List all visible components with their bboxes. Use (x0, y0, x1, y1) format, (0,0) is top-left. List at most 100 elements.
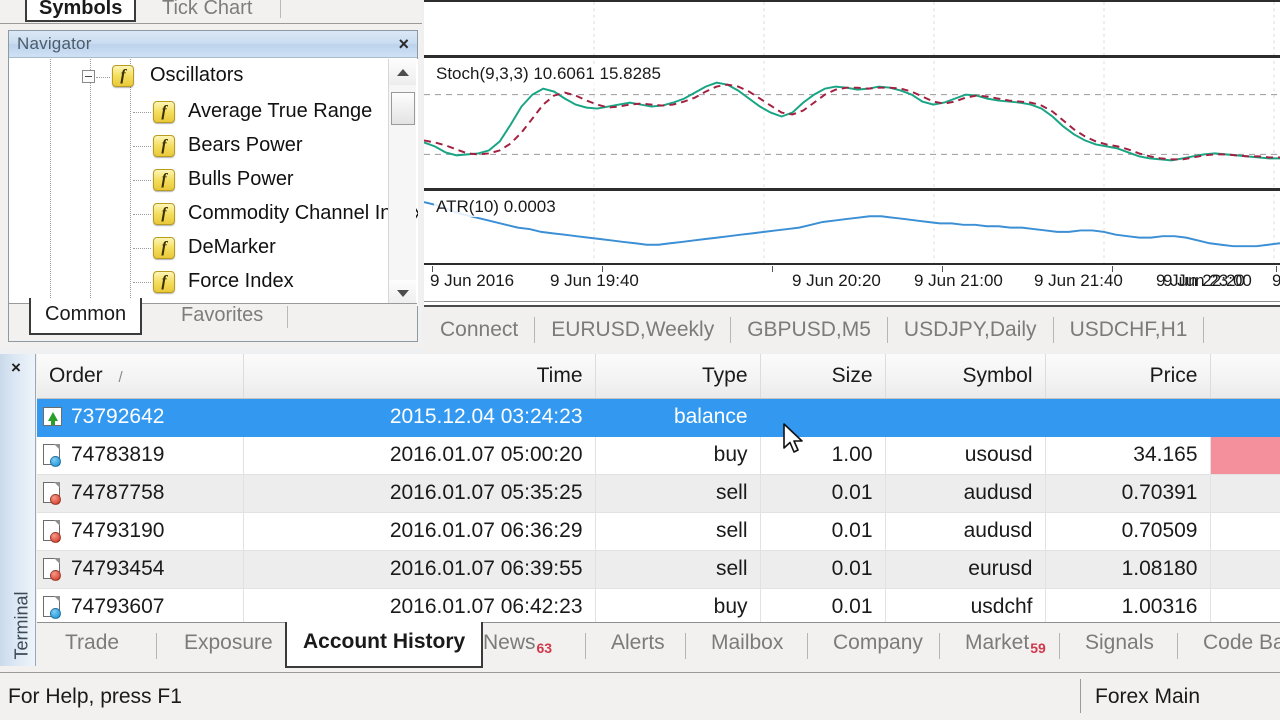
table-row[interactable]: 73792642 2015.12.04 03:24:23 balance (37, 398, 1280, 437)
navigator-window: Navigator × f Oscillators f Average True… (8, 30, 418, 342)
navigator-panel: Symbols Tick Chart Navigator × f Oscilla… (0, 0, 422, 348)
cell-price: 0.70509 (1045, 512, 1211, 551)
cell-type: sell (595, 512, 761, 551)
order-sell-icon (43, 558, 63, 581)
tab-market-label: Market (965, 631, 1030, 654)
column-header-order[interactable]: Order / (37, 354, 244, 399)
scrollbar-thumb[interactable] (391, 92, 415, 125)
divider (1177, 633, 1178, 659)
tab-news-label: News (483, 631, 536, 654)
divider (807, 633, 808, 659)
account-history-table: Order / Time Type Size Symbol Price 7379… (37, 354, 1280, 622)
tree-item-commodity-channel-index[interactable]: f Commodity Channel Index (10, 197, 418, 231)
divider (685, 633, 686, 659)
tab-tick-chart[interactable]: Tick Chart (150, 0, 264, 22)
tab-alerts[interactable]: Alerts (597, 631, 679, 655)
cell-order: 74793607 (37, 588, 244, 622)
tree-item-average-true-range[interactable]: f Average True Range (10, 95, 418, 129)
cell-order: 74783819 (37, 436, 244, 475)
cell-symbol (885, 398, 1046, 437)
table-row[interactable]: 74793190 2016.01.07 06:36:29 sell 0.01 a… (37, 512, 1280, 551)
tab-trade[interactable]: Trade (51, 631, 133, 655)
tab-company[interactable]: Company (819, 631, 937, 655)
profile-statusbar: Connect EURUSD,Weekly GBPUSD,M5 USDJPY,D… (424, 305, 1280, 353)
profile-usdchf-h1[interactable]: USDCHF,H1 (1054, 318, 1204, 342)
tree-item-bears-power[interactable]: f Bears Power (10, 129, 418, 163)
column-header-type[interactable]: Type (595, 354, 761, 399)
tree-item-demarker[interactable]: f DeMarker (10, 231, 418, 265)
tab-symbols[interactable]: Symbols (25, 0, 137, 22)
terminal-panel: × Terminal Order / Time Type Size Symbol… (0, 354, 1280, 720)
cell-type: balance (595, 398, 761, 437)
profile-eurusd-weekly[interactable]: EURUSD,Weekly (535, 318, 730, 342)
function-icon: f (153, 203, 175, 225)
tree-item-label: Bulls Power (188, 168, 294, 190)
chart-area[interactable]: Stoch(9,3,3) 10.6061 15.8285 ATR(10) 0.0… (424, 0, 1280, 305)
tab-common[interactable]: Common (29, 298, 143, 335)
cell-price: 1.00316 (1045, 588, 1211, 622)
chart-pane-stochastic[interactable]: Stoch(9,3,3) 10.6061 15.8285 (424, 61, 1280, 191)
scroll-up-button[interactable] (389, 59, 416, 85)
time-tick-label: 9 Jun 2016 (430, 271, 515, 290)
tab-trade-label: Trade (65, 631, 120, 654)
close-icon[interactable]: × (398, 33, 409, 55)
collapse-icon[interactable] (82, 70, 95, 83)
divider (156, 633, 157, 659)
tab-mailbox[interactable]: Mailbox (697, 631, 797, 655)
navigator-tabstrip: Common Favorites (9, 298, 417, 341)
time-tick-label: 9 Jun 21:40 (1034, 271, 1123, 290)
cell-symbol: eurusd (885, 550, 1046, 589)
cell-size: 0.01 (760, 512, 886, 551)
table-row[interactable]: 74783819 2016.01.07 05:00:20 buy 1.00 us… (37, 436, 1280, 475)
order-buy-icon (43, 596, 63, 619)
table-row[interactable]: 74793454 2016.01.07 06:39:55 sell 0.01 e… (37, 550, 1280, 589)
cell-time: 2016.01.07 05:35:25 (243, 474, 596, 513)
order-sell-icon (43, 482, 63, 505)
cell-size: 1.00 (760, 436, 886, 475)
tree-item-label: DeMarker (188, 236, 276, 258)
tab-mailbox-label: Mailbox (711, 631, 784, 654)
cell-time: 2016.01.07 06:42:23 (243, 588, 596, 622)
tab-company-label: Company (833, 631, 923, 654)
column-header-profit[interactable] (1210, 354, 1280, 399)
tab-signals[interactable]: Signals (1071, 631, 1168, 655)
navigator-titlebar: Navigator × (9, 31, 417, 58)
function-icon: f (112, 65, 134, 87)
account-history-table-container[interactable]: Order / Time Type Size Symbol Price 7379… (37, 354, 1280, 622)
mouse-cursor (783, 423, 803, 453)
column-header-size[interactable]: Size (760, 354, 886, 399)
tab-exposure[interactable]: Exposure (170, 631, 287, 655)
chart-pane-price[interactable] (424, 0, 1280, 58)
navigator-scrollbar[interactable] (388, 59, 416, 306)
tab-news[interactable]: News63 (469, 631, 566, 656)
tree-item-bulls-power[interactable]: f Bulls Power (10, 163, 418, 197)
time-tick-label: 9 Jun 19:40 (550, 271, 639, 290)
close-icon[interactable]: × (11, 358, 21, 378)
table-row[interactable]: 74787758 2016.01.07 05:35:25 sell 0.01 a… (37, 474, 1280, 513)
function-icon: f (153, 169, 175, 191)
metatrader-window: Symbols Tick Chart Navigator × f Oscilla… (0, 0, 1280, 720)
tree-item-force-index[interactable]: f Force Index (10, 265, 418, 299)
tab-tick-chart-label: Tick Chart (162, 0, 253, 19)
column-header-time[interactable]: Time (243, 354, 596, 399)
cell-type: sell (595, 550, 761, 589)
profile-gbpusd-m5[interactable]: GBPUSD,M5 (731, 318, 887, 342)
profile-usdjpy-daily[interactable]: USDJPY,Daily (888, 318, 1053, 342)
tab-account-history[interactable]: Account History (285, 622, 484, 668)
cell-symbol: usdchf (885, 588, 1046, 622)
column-header-symbol[interactable]: Symbol (885, 354, 1046, 399)
table-row[interactable]: 74793607 2016.01.07 06:42:23 buy 0.01 us… (37, 588, 1280, 622)
cell-order: 74787758 (37, 474, 244, 513)
tab-divider (280, 0, 281, 18)
chart-pane-atr[interactable]: ATR(10) 0.0003 (424, 194, 1280, 265)
cell-order: 74793454 (37, 550, 244, 589)
tab-code-base-label: Code Base (1203, 631, 1280, 654)
tree-item-oscillators[interactable]: f Oscillators (10, 59, 418, 95)
tab-market[interactable]: Market59 (951, 631, 1060, 656)
time-tick-label: 9 (1272, 271, 1280, 290)
tab-favorites[interactable]: Favorites (167, 300, 277, 331)
connect-button[interactable]: Connect (424, 318, 534, 342)
column-header-price[interactable]: Price (1045, 354, 1211, 399)
tab-code-base[interactable]: Code Base (1189, 631, 1280, 655)
cell-order: 74793190 (37, 512, 244, 551)
